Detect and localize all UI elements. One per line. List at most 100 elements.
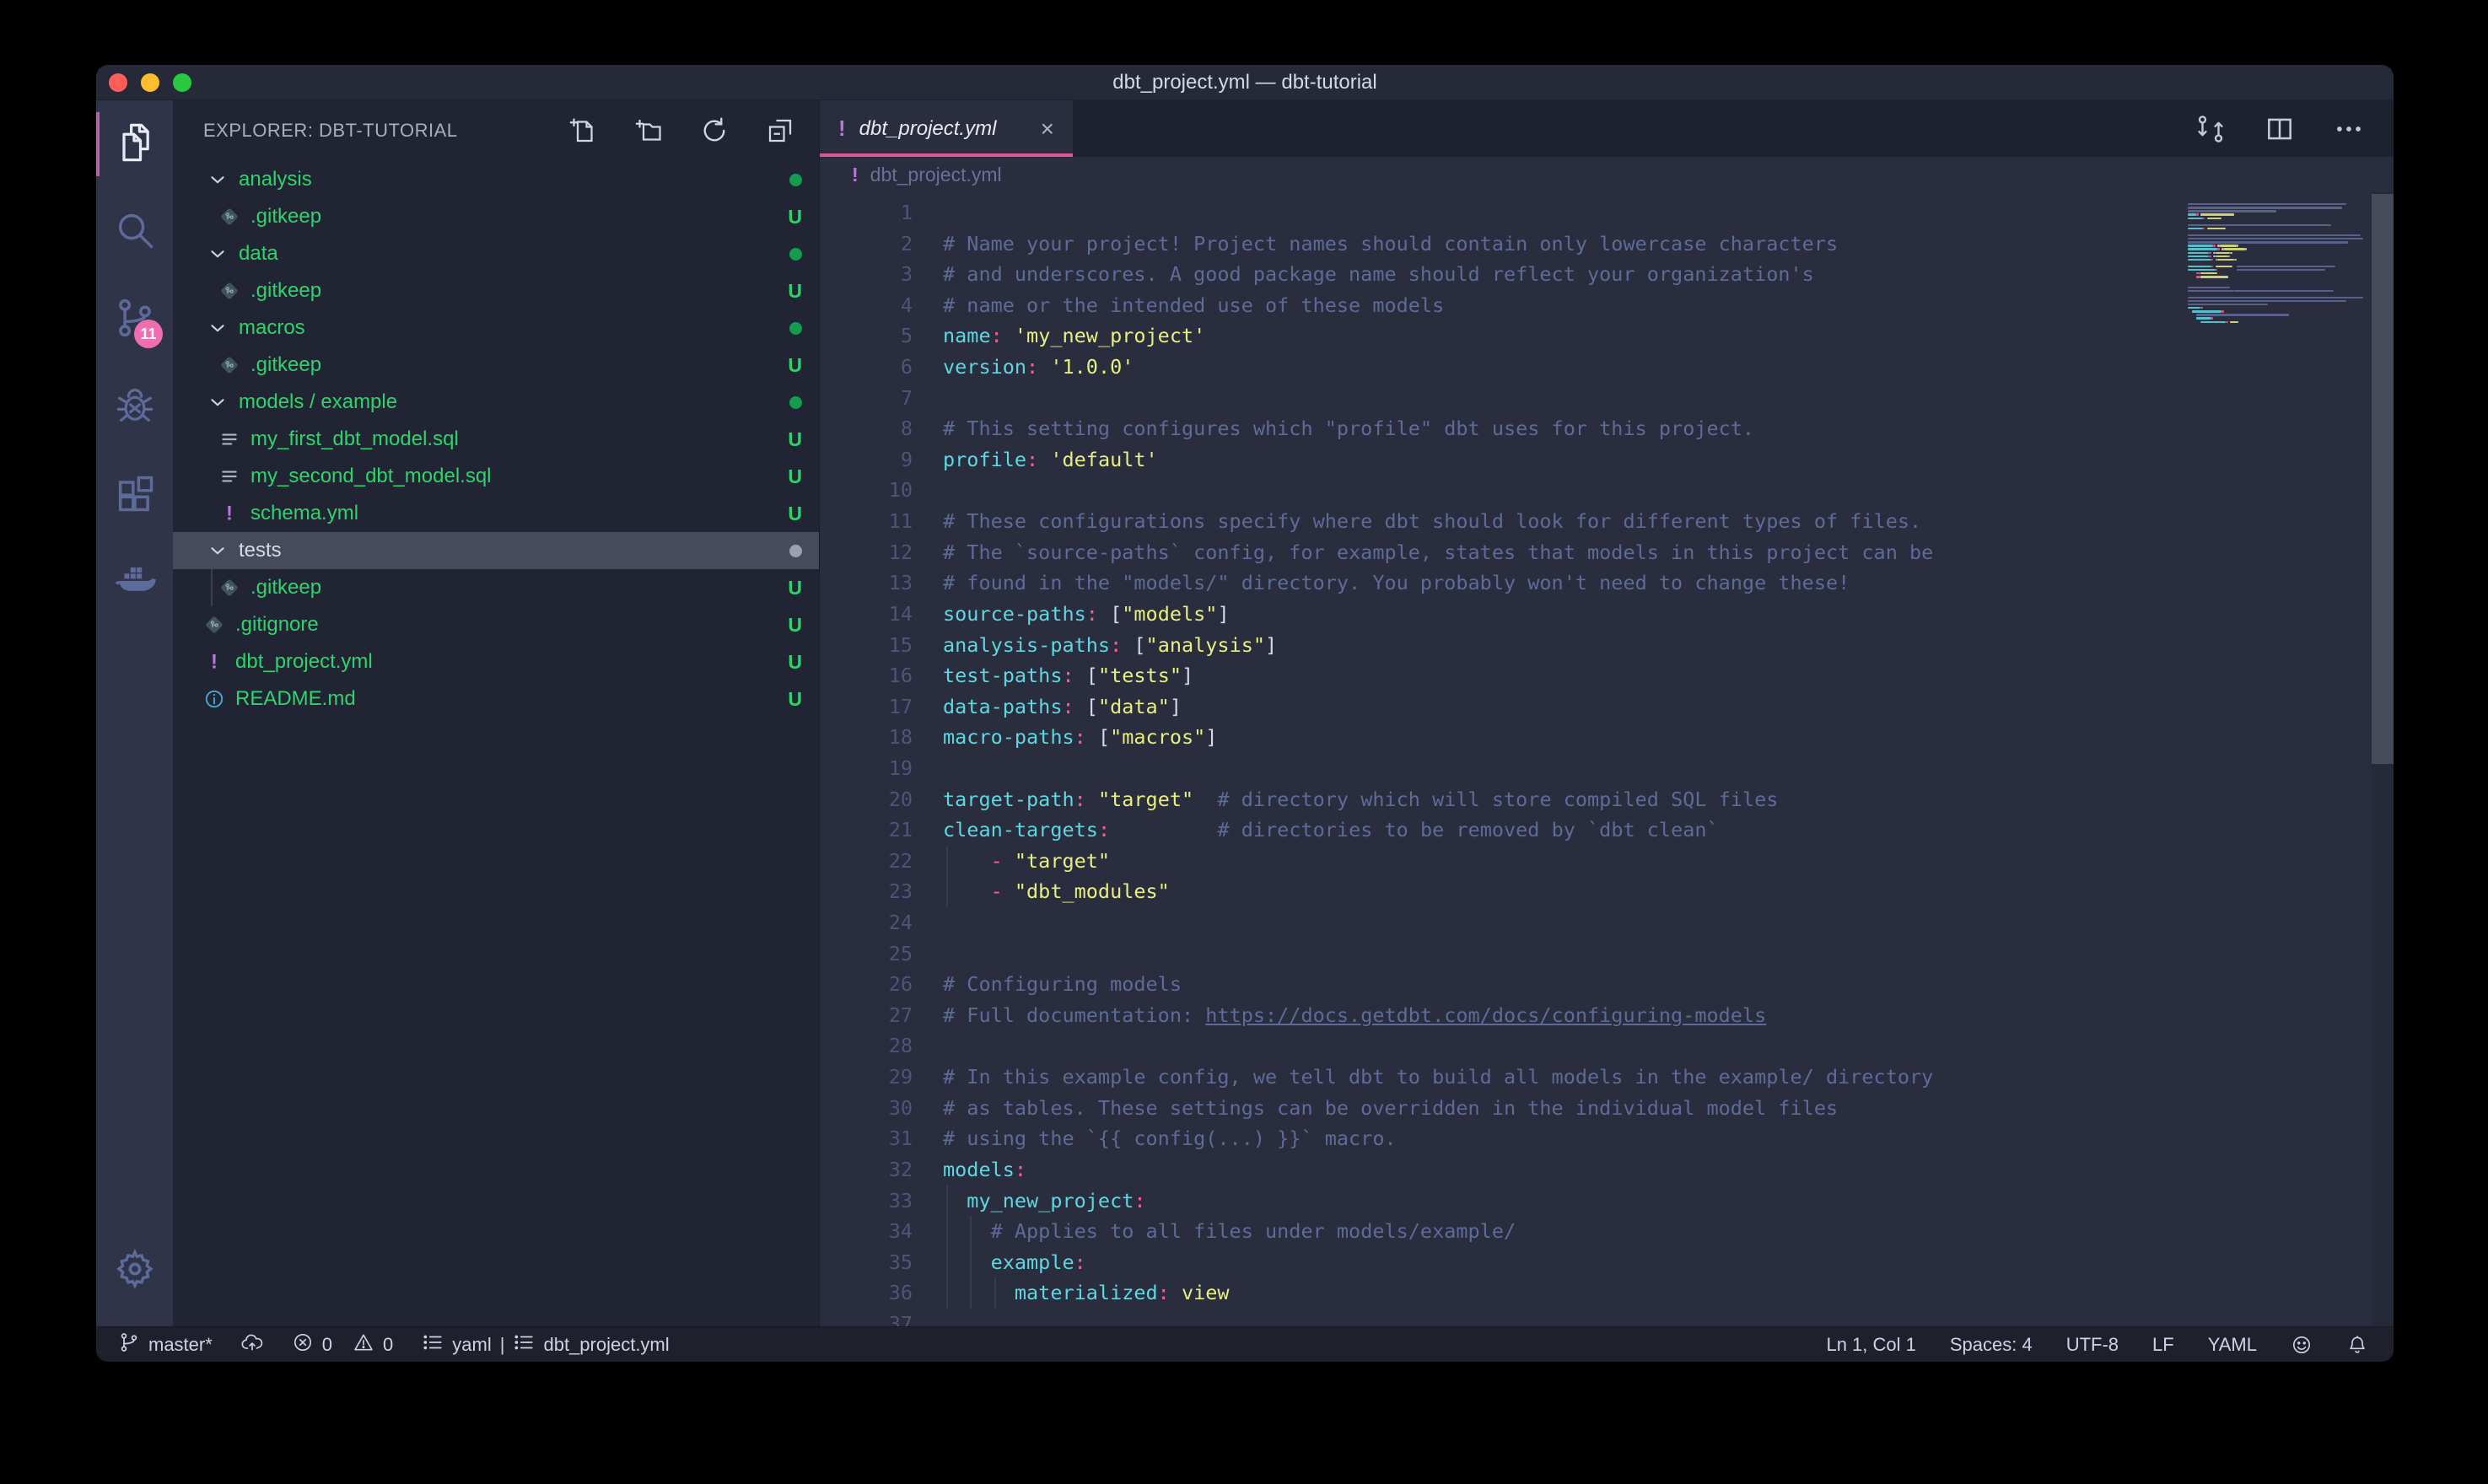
tree-item-data[interactable]: data — [173, 235, 819, 272]
git-branch-status[interactable]: master* — [118, 1331, 213, 1358]
indent-guide — [946, 846, 948, 877]
activity-debug[interactable] — [96, 363, 173, 451]
line-number: 32 — [820, 1154, 913, 1186]
line-number: 24 — [820, 907, 913, 938]
code-line-30: 30# as tables. These settings can be ove… — [820, 1093, 2188, 1124]
tree-item-label: data — [239, 242, 278, 266]
tree-item-.gitignore[interactable]: .gitignoreU — [173, 606, 819, 643]
tree-item-label: dbt_project.yml — [235, 650, 373, 674]
docker-whale-icon — [113, 559, 157, 607]
new-file-button[interactable] — [568, 116, 598, 146]
line-number: 12 — [820, 537, 913, 568]
encoding-label: UTF-8 — [2066, 1334, 2119, 1356]
line-number: 8 — [820, 413, 913, 444]
tree-item-tests[interactable]: tests — [173, 532, 819, 569]
code-lines: 12# Name your project! Project names sho… — [820, 197, 2188, 1326]
list-selection-icon — [513, 1331, 535, 1358]
warning-icon — [353, 1331, 374, 1358]
code-line-19: 19 — [820, 753, 2188, 784]
activity-docker[interactable] — [96, 539, 173, 626]
line-number: 19 — [820, 753, 913, 784]
minimap[interactable] — [2188, 200, 2372, 1326]
yaml-error-file-icon: ! — [838, 116, 846, 142]
activity-explorer[interactable] — [96, 100, 173, 188]
tab-dbt-project-yml[interactable]: ! dbt_project.yml × — [820, 100, 1073, 157]
more-actions-icon[interactable] — [2333, 113, 2365, 145]
split-editor-icon[interactable] — [2264, 113, 2296, 145]
line-number: 35 — [820, 1247, 913, 1278]
title-bar: dbt_project.yml — dbt-tutorial — [96, 65, 2394, 100]
line-number: 22 — [820, 846, 913, 877]
tree-item-.gitkeep[interactable]: .gitkeepU — [173, 272, 819, 309]
indent-guide — [946, 1247, 948, 1278]
chevron-down-icon — [207, 317, 229, 339]
tree-item-readme.md[interactable]: README.mdU — [173, 680, 819, 718]
notifications-bell-icon[interactable] — [2346, 1334, 2368, 1356]
tree-item-dbt-project.yml[interactable]: !dbt_project.ymlU — [173, 643, 819, 680]
code-line-8: 8# This setting configures which "profil… — [820, 413, 2188, 444]
tab-bar: ! dbt_project.yml × — [820, 100, 2394, 157]
chevron-down-icon — [207, 243, 229, 265]
code-line-28: 28 — [820, 1030, 2188, 1062]
indentation-status[interactable]: Spaces: 4 — [1950, 1334, 2033, 1356]
git-untracked-badge: U — [788, 465, 802, 488]
tree-item-my-first-dbt-model.sql[interactable]: my_first_dbt_model.sqlU — [173, 421, 819, 458]
tree-item-.gitkeep[interactable]: .gitkeepU — [173, 347, 819, 384]
git-status-dot — [789, 174, 802, 186]
tree-item-label: my_first_dbt_model.sql — [250, 427, 459, 451]
line-number: 33 — [820, 1186, 913, 1217]
svg-text:!: ! — [211, 651, 218, 673]
explorer-header: EXPLORER: DBT-TUTORIAL — [173, 100, 819, 161]
yml-file-icon: ! — [218, 503, 240, 524]
code-line-20: 20target-path: "target" # directory whic… — [820, 784, 2188, 815]
svg-text:!: ! — [226, 503, 233, 524]
line-number: 13 — [820, 567, 913, 599]
new-folder-button[interactable] — [633, 116, 664, 146]
activity-source-control[interactable]: 11 — [96, 276, 173, 363]
explorer-sidebar: EXPLORER: DBT-TUTORIAL analysis.gitkeepU… — [173, 100, 820, 1326]
cursor-position-label: Ln 1, Col 1 — [1826, 1334, 1915, 1356]
sql-file-icon — [218, 428, 240, 450]
line-number: 9 — [820, 444, 913, 476]
open-changes-icon[interactable] — [2195, 113, 2227, 145]
scrollbar-thumb[interactable] — [2372, 194, 2394, 764]
problems-status[interactable]: 0 0 — [292, 1331, 394, 1358]
info-file-icon — [203, 688, 225, 710]
git-file-icon — [218, 577, 240, 599]
tab-close-icon[interactable]: × — [1041, 117, 1054, 141]
sync-changes[interactable] — [241, 1331, 263, 1358]
indent-guide — [994, 1277, 996, 1309]
collapse-folders-button[interactable] — [765, 116, 795, 146]
activity-settings[interactable] — [96, 1227, 173, 1315]
activity-search[interactable] — [96, 188, 173, 276]
tree-item-schema.yml[interactable]: !schema.ymlU — [173, 495, 819, 532]
line-number: 23 — [820, 876, 913, 907]
line-number: 7 — [820, 383, 913, 414]
tree-item-macros[interactable]: macros — [173, 309, 819, 347]
tree-item-my-second-dbt-model.sql[interactable]: my_second_dbt_model.sqlU — [173, 458, 819, 495]
line-number: 26 — [820, 969, 913, 1000]
feedback-smiley-icon[interactable] — [2291, 1334, 2313, 1356]
tree-item-analysis[interactable]: analysis — [173, 161, 819, 198]
chevron-down-icon — [207, 169, 229, 191]
language-status[interactable]: YAML — [2208, 1334, 2257, 1356]
git-status-dot — [789, 322, 802, 335]
refresh-explorer-button[interactable] — [699, 116, 730, 146]
code-line-5: 5name: 'my_new_project' — [820, 320, 2188, 352]
code-line-13: 13# found in the "models/" directory. Yo… — [820, 567, 2188, 599]
extensions-icon — [113, 471, 157, 519]
tree-item-models-example[interactable]: models / example — [173, 384, 819, 421]
tree-item-.gitkeep[interactable]: .gitkeepU — [173, 198, 819, 235]
tree-item-.gitkeep[interactable]: .gitkeepU — [173, 569, 819, 606]
encoding-status[interactable]: UTF-8 — [2066, 1334, 2119, 1356]
git-file-icon — [203, 614, 225, 636]
eol-status[interactable]: LF — [2152, 1334, 2174, 1356]
code-line-36: 36 materialized: view — [820, 1277, 2188, 1309]
cursor-position[interactable]: Ln 1, Col 1 — [1826, 1334, 1915, 1356]
code-editor[interactable]: 12# Name your project! Project names sho… — [820, 192, 2394, 1326]
breadcrumb-file[interactable]: dbt_project.yml — [870, 164, 1002, 186]
yaml-selector-status[interactable]: yaml | dbt_project.yml — [422, 1331, 669, 1358]
line-number: 30 — [820, 1093, 913, 1124]
line-number: 28 — [820, 1030, 913, 1062]
activity-extensions[interactable] — [96, 451, 173, 539]
